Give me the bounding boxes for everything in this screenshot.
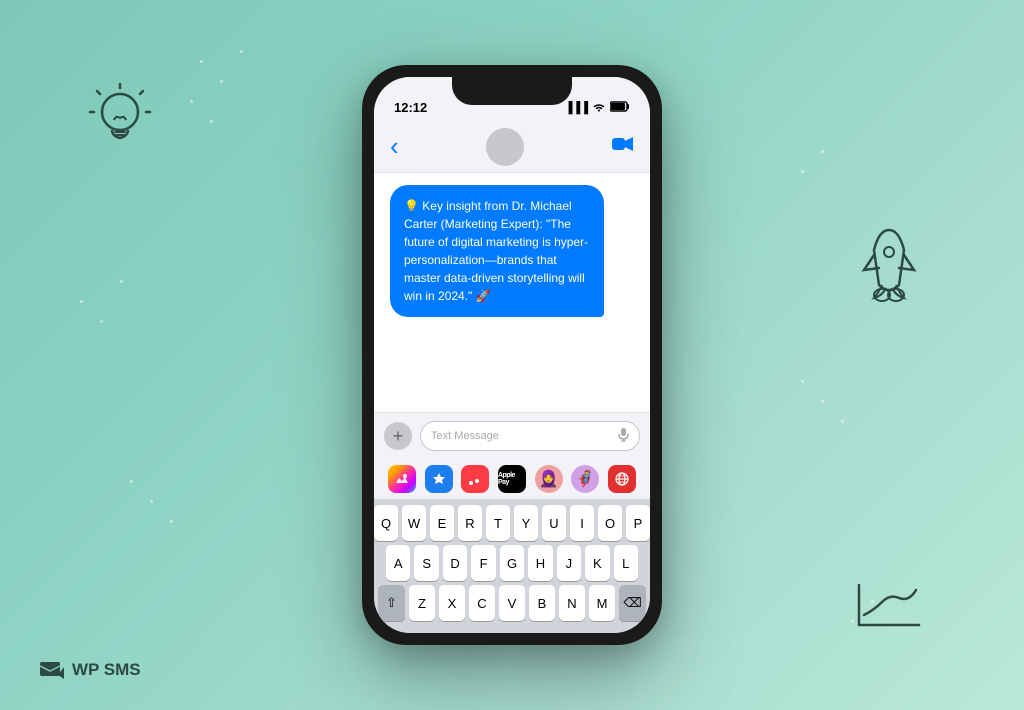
status-time: 12:12	[394, 100, 427, 115]
key-v[interactable]: V	[499, 585, 525, 621]
key-j[interactable]: J	[557, 545, 581, 581]
key-backspace[interactable]: ⌫	[619, 585, 646, 621]
keyboard-row-1: Q W E R T Y U I O P	[378, 505, 646, 541]
phone-notch	[452, 77, 572, 105]
key-w[interactable]: W	[402, 505, 426, 541]
brand-name: WP SMS	[72, 660, 141, 680]
phone-mockup: 12:12 ▐▐▐ ‹	[362, 65, 662, 645]
chart-decoration	[854, 580, 924, 630]
signal-icon: ▐▐▐	[565, 102, 588, 114]
message-input-box[interactable]: Text Message	[420, 421, 640, 451]
plus-icon: +	[393, 427, 404, 445]
music-icon[interactable]	[461, 465, 489, 493]
key-i[interactable]: I	[570, 505, 594, 541]
message-input-area: + Text Message	[374, 412, 650, 459]
appstore-icon[interactable]	[425, 465, 453, 493]
add-button[interactable]: +	[384, 422, 412, 450]
key-t[interactable]: T	[486, 505, 510, 541]
bulb-decoration	[80, 80, 160, 160]
keyboard: Q W E R T Y U I O P A S D F G	[374, 499, 650, 633]
key-m[interactable]: M	[589, 585, 615, 621]
key-g[interactable]: G	[500, 545, 524, 581]
message-bubble: 💡 Key insight from Dr. Michael Carter (M…	[390, 185, 604, 317]
key-l[interactable]: L	[614, 545, 638, 581]
status-icons: ▐▐▐	[565, 101, 630, 115]
key-b[interactable]: B	[529, 585, 555, 621]
messages-area: 💡 Key insight from Dr. Michael Carter (M…	[374, 173, 650, 412]
contact-avatar	[486, 128, 524, 166]
key-h[interactable]: H	[528, 545, 552, 581]
key-k[interactable]: K	[585, 545, 609, 581]
mic-icon	[618, 428, 629, 445]
key-r[interactable]: R	[458, 505, 482, 541]
wifi-icon	[592, 102, 606, 115]
back-button[interactable]: ‹	[390, 131, 399, 162]
nav-bar: ‹	[374, 121, 650, 173]
key-shift[interactable]: ⇧	[378, 585, 405, 621]
key-n[interactable]: N	[559, 585, 585, 621]
key-y[interactable]: Y	[514, 505, 538, 541]
key-o[interactable]: O	[598, 505, 622, 541]
keyboard-row-3: ⇧ Z X C V B N M ⌫	[378, 585, 646, 621]
text-message-placeholder: Text Message	[431, 430, 612, 442]
key-f[interactable]: F	[471, 545, 495, 581]
message-text: 💡 Key insight from Dr. Michael Carter (M…	[404, 199, 588, 303]
key-z[interactable]: Z	[409, 585, 435, 621]
globe-icon[interactable]	[608, 465, 636, 493]
key-q[interactable]: Q	[374, 505, 398, 541]
key-x[interactable]: X	[439, 585, 465, 621]
memoji-2-icon[interactable]: 🦸	[571, 465, 599, 493]
app-icons-row: Apple Pay 🧕 🦸	[374, 459, 650, 499]
video-call-button[interactable]	[612, 136, 634, 157]
battery-icon	[610, 101, 630, 115]
keyboard-row-2: A S D F G H J K L	[378, 545, 646, 581]
key-p[interactable]: P	[626, 505, 650, 541]
branding-area: WP SMS	[40, 660, 141, 680]
key-u[interactable]: U	[542, 505, 566, 541]
key-a[interactable]: A	[386, 545, 410, 581]
key-d[interactable]: D	[443, 545, 467, 581]
phone-screen: 12:12 ▐▐▐ ‹	[374, 77, 650, 633]
apple-pay-icon[interactable]: Apple Pay	[498, 465, 526, 493]
photos-app-icon[interactable]	[388, 465, 416, 493]
memoji-1-icon[interactable]: 🧕	[535, 465, 563, 493]
phone-frame: 12:12 ▐▐▐ ‹	[362, 65, 662, 645]
key-s[interactable]: S	[414, 545, 438, 581]
key-e[interactable]: E	[430, 505, 454, 541]
key-c[interactable]: C	[469, 585, 495, 621]
rocket-decoration	[844, 220, 934, 310]
